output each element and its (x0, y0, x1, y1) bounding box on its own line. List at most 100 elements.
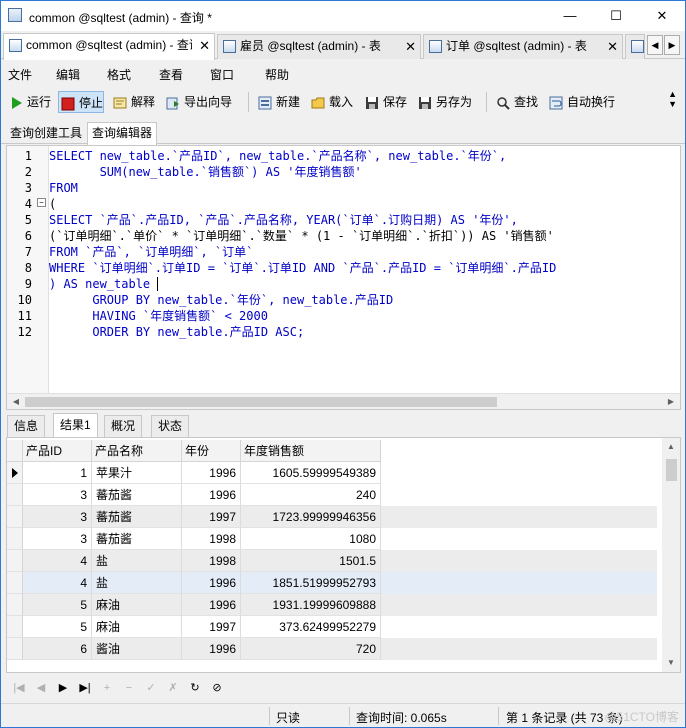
previous-record-icon[interactable]: ◀ (33, 680, 49, 696)
export-wizard-button[interactable]: 导出向导 (164, 91, 232, 113)
cell-annual-sales[interactable]: 720 (241, 638, 381, 660)
table-row[interactable]: 1 苹果汁 1996 1605.59999549389 (7, 462, 657, 484)
fold-toggle-icon[interactable]: − (37, 198, 46, 207)
cell-annual-sales[interactable]: 1851.51999952793 (241, 572, 381, 594)
cell-annual-sales[interactable]: 240 (241, 484, 381, 506)
scroll-down-icon[interactable]: ▼ (665, 656, 677, 670)
row-indicator[interactable] (7, 594, 23, 616)
scroll-left-icon[interactable]: ◀ (9, 396, 23, 408)
find-button[interactable]: 查找 (494, 91, 538, 113)
tab-overview[interactable]: 概况 (104, 415, 143, 437)
menu-edit[interactable]: 编辑 (56, 66, 80, 83)
table-row[interactable]: 5 麻油 1996 1931.19999609888 (7, 594, 657, 616)
cell-product-name[interactable]: 蕃茄酱 (92, 528, 182, 550)
new-button[interactable]: 新建 (256, 91, 300, 113)
refresh-icon[interactable]: ↻ (187, 680, 203, 696)
cell-product-id[interactable]: 5 (23, 594, 92, 616)
explain-button[interactable]: 解释 (111, 91, 155, 113)
menu-format[interactable]: 格式 (107, 66, 131, 83)
table-row[interactable]: 3 蕃茄酱 1996 240 (7, 484, 657, 506)
add-record-icon[interactable]: + (99, 680, 115, 696)
sql-editor[interactable]: 1 2 3 4 5 6 7 8 9 10 11 12 − SELECT new_… (6, 145, 681, 410)
tab-result1[interactable]: 结果1 (53, 413, 98, 437)
toolbar-overflow-icon[interactable]: ▲ ▼ (668, 89, 677, 109)
cell-product-id[interactable]: 5 (23, 616, 92, 638)
apply-changes-icon[interactable]: ✓ (143, 680, 159, 696)
cell-product-id[interactable]: 3 (23, 484, 92, 506)
cell-annual-sales[interactable]: 1501.5 (241, 550, 381, 572)
tab-status[interactable]: 状态 (151, 415, 190, 437)
grid-vertical-scrollbar[interactable]: ▲ ▼ (662, 438, 680, 672)
editor-horizontal-scrollbar[interactable]: ◀ ▶ (7, 393, 680, 409)
tab-scroll-left-icon[interactable]: ◀ (647, 35, 663, 55)
cell-product-name[interactable]: 蕃茄酱 (92, 484, 182, 506)
cell-product-id[interactable]: 6 (23, 638, 92, 660)
menu-help[interactable]: 帮助 (265, 66, 289, 83)
tab-query-builder[interactable]: 查询创建工具 (5, 122, 87, 144)
cell-year[interactable]: 1996 (182, 594, 241, 616)
cell-year[interactable]: 1996 (182, 572, 241, 594)
run-button[interactable]: 运行 (7, 91, 51, 113)
menu-window[interactable]: 窗口 (210, 66, 234, 83)
close-button[interactable]: ✕ (639, 1, 685, 31)
menu-view[interactable]: 查看 (159, 66, 183, 83)
cell-product-name[interactable]: 麻油 (92, 616, 182, 638)
scrollbar-thumb[interactable] (25, 397, 497, 407)
tab-close-icon[interactable]: ✕ (199, 34, 210, 57)
row-indicator[interactable] (7, 506, 23, 528)
column-header[interactable]: 年份 (182, 440, 241, 462)
scrollbar-thumb[interactable] (666, 459, 677, 481)
results-grid[interactable]: 产品ID 产品名称 年份 年度销售额 1 苹果汁 1996 1605.59999549… (6, 437, 681, 673)
save-as-button[interactable]: 另存为 (416, 91, 472, 113)
code-area[interactable]: SELECT new_table.`产品ID`, new_table.`产品名称… (49, 146, 680, 393)
row-indicator[interactable] (7, 484, 23, 506)
tab-overflow[interactable] (625, 34, 645, 59)
stop-query-icon[interactable]: ⊘ (209, 680, 225, 696)
table-row[interactable]: 6 酱油 1996 720 (7, 638, 657, 660)
row-indicator[interactable] (7, 462, 23, 484)
tab-table-employees[interactable]: 雇员 @sqltest (admin) - 表 ✕ (217, 34, 421, 59)
cell-annual-sales[interactable]: 1723.99999946356 (241, 506, 381, 528)
scroll-up-icon[interactable]: ▲ (665, 440, 677, 454)
row-indicator[interactable] (7, 616, 23, 638)
row-indicator[interactable] (7, 550, 23, 572)
menu-file[interactable]: 文件 (8, 66, 32, 83)
column-header[interactable]: 产品名称 (92, 440, 182, 462)
cell-product-id[interactable]: 3 (23, 506, 92, 528)
cell-year[interactable]: 1998 (182, 528, 241, 550)
table-row[interactable]: 4 盐 1996 1851.51999952793 (7, 572, 657, 594)
table-row[interactable]: 5 麻油 1997 373.62499952279 (7, 616, 657, 638)
cell-product-id[interactable]: 3 (23, 528, 92, 550)
cell-product-name[interactable]: 蕃茄酱 (92, 506, 182, 528)
cell-product-id[interactable]: 1 (23, 462, 92, 484)
last-record-icon[interactable]: ▶| (77, 680, 93, 696)
column-header[interactable]: 年度销售额 (241, 440, 381, 462)
cell-year[interactable]: 1996 (182, 638, 241, 660)
minimize-button[interactable]: — (547, 1, 593, 31)
table-row[interactable]: 3 蕃茄酱 1997 1723.99999946356 (7, 506, 657, 528)
cell-year[interactable]: 1997 (182, 506, 241, 528)
tab-query-common[interactable]: common @sqltest (admin) - 查询 * ✕ (3, 33, 215, 60)
tab-close-icon[interactable]: ✕ (607, 35, 618, 58)
cell-product-id[interactable]: 4 (23, 550, 92, 572)
delete-record-icon[interactable]: − (121, 680, 137, 696)
cell-product-name[interactable]: 麻油 (92, 594, 182, 616)
tab-scroll-right-icon[interactable]: ▶ (664, 35, 680, 55)
tab-close-icon[interactable]: ✕ (405, 35, 416, 58)
cell-product-name[interactable]: 酱油 (92, 638, 182, 660)
tab-info[interactable]: 信息 (7, 415, 46, 437)
scroll-right-icon[interactable]: ▶ (664, 396, 678, 408)
row-indicator[interactable] (7, 528, 23, 550)
load-button[interactable]: 载入 (309, 91, 353, 113)
row-indicator[interactable] (7, 572, 23, 594)
maximize-button[interactable]: ☐ (593, 1, 639, 31)
cell-product-name[interactable]: 盐 (92, 572, 182, 594)
cell-product-id[interactable]: 4 (23, 572, 92, 594)
cell-year[interactable]: 1998 (182, 550, 241, 572)
tab-table-orders[interactable]: 订单 @sqltest (admin) - 表 ✕ (423, 34, 623, 59)
cell-annual-sales[interactable]: 1605.59999549389 (241, 462, 381, 484)
table-row[interactable]: 4 盐 1998 1501.5 (7, 550, 657, 572)
cell-product-name[interactable]: 盐 (92, 550, 182, 572)
cell-year[interactable]: 1996 (182, 462, 241, 484)
cell-annual-sales[interactable]: 1931.19999609888 (241, 594, 381, 616)
